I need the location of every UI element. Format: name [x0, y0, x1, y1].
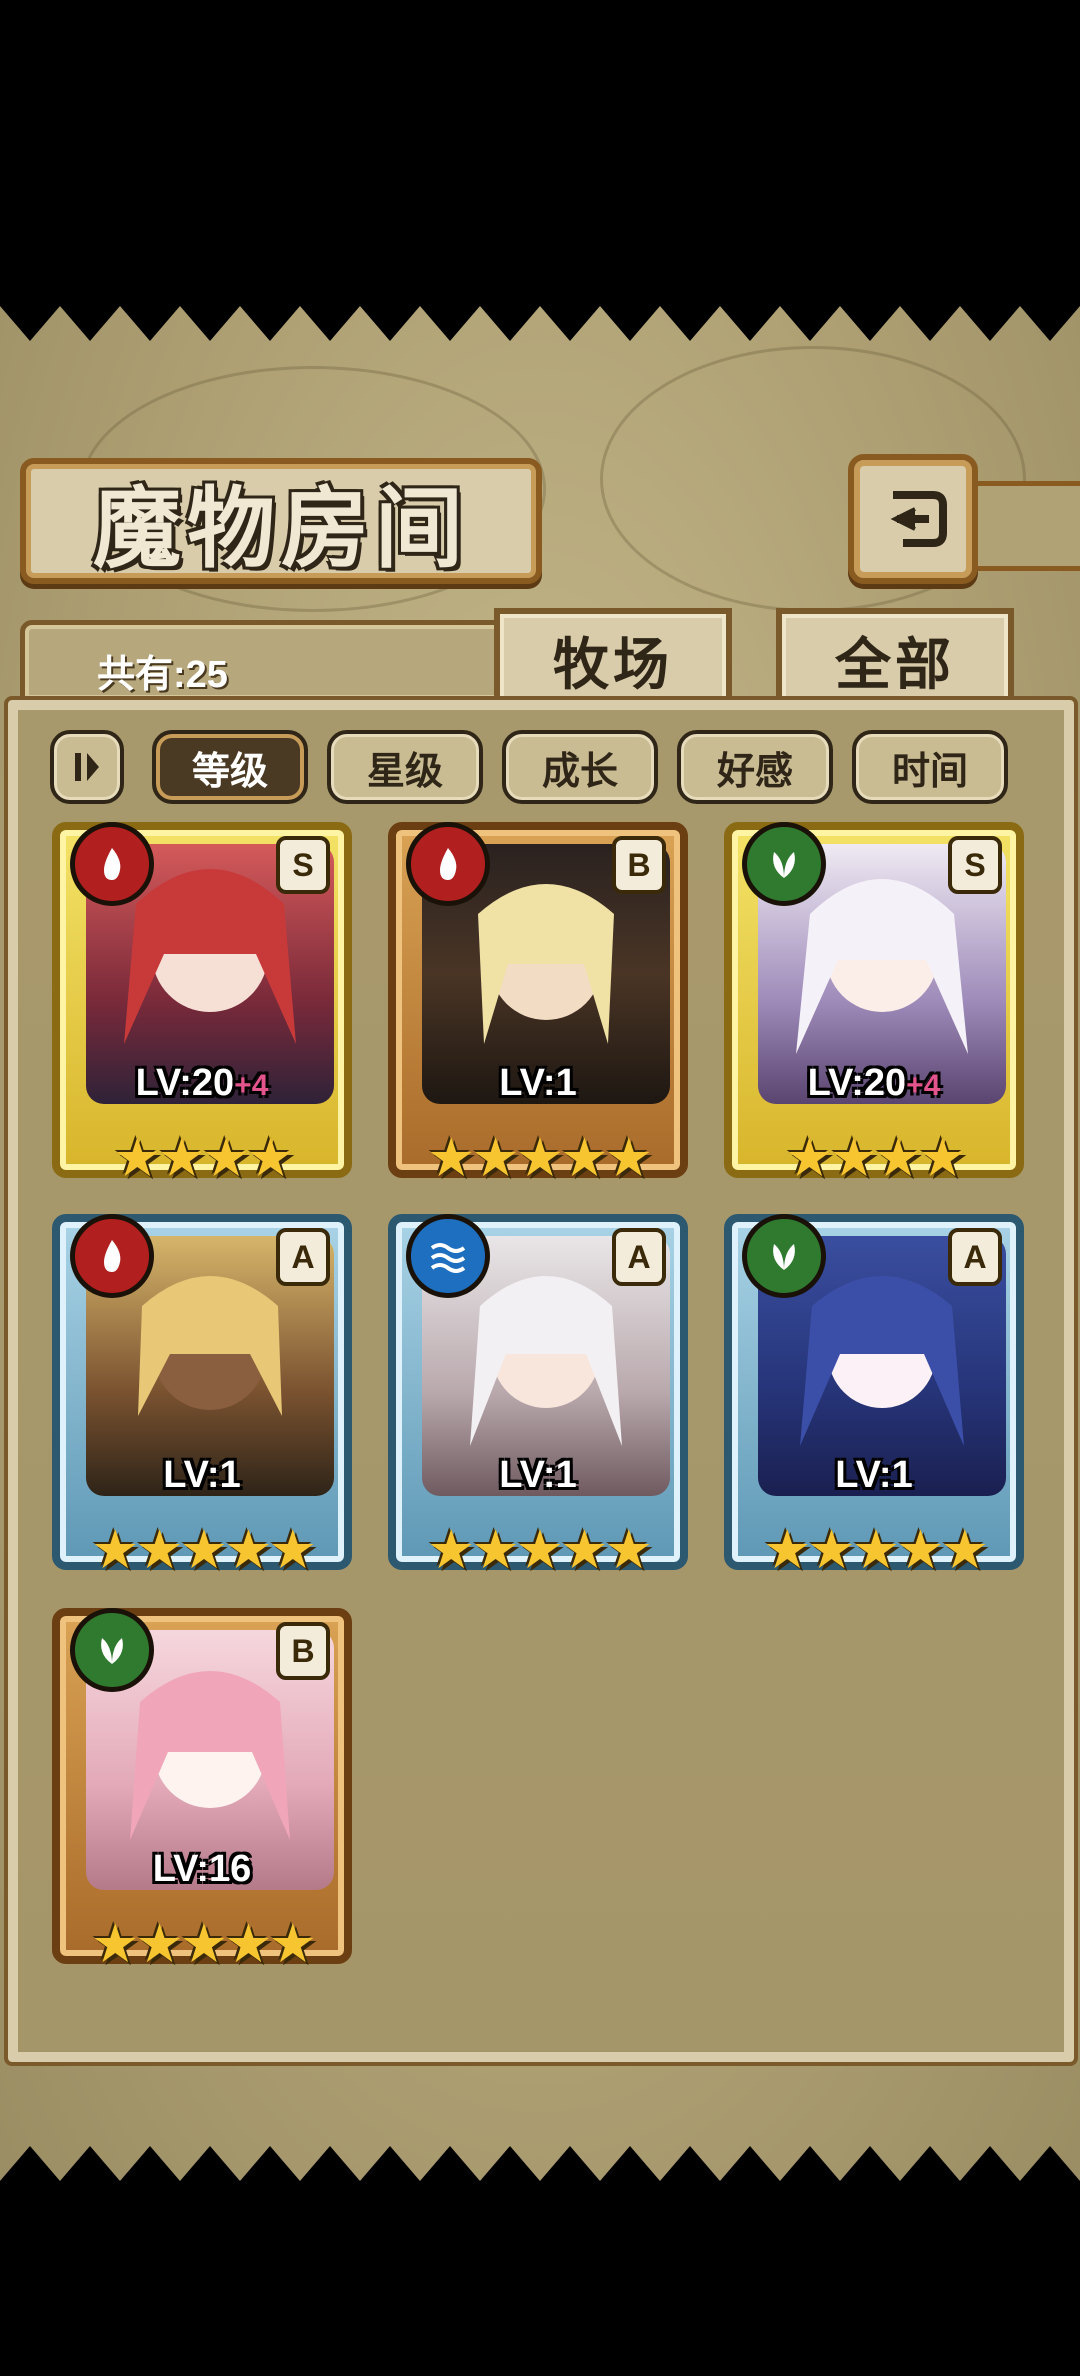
grass-icon [742, 1214, 826, 1298]
star-rating: ★★★★★ [426, 1128, 653, 1188]
tab-ranch-label: 牧场 [553, 632, 673, 698]
sort-growth-label: 成长 [541, 750, 618, 793]
sort-bar: 等级 星级 成长 好感 时间 [50, 730, 1040, 810]
tab-ranch[interactable]: 牧场 [494, 608, 732, 712]
back-arrow-icon [890, 491, 947, 547]
sort-time-button[interactable]: 时间 [852, 730, 1008, 804]
star-rating: ★★★★★ [90, 1914, 317, 1974]
tab-all[interactable]: 全部 [776, 608, 1014, 712]
sort-toggle-icon [75, 753, 99, 781]
star-rating: ★★★★★ [426, 1520, 653, 1580]
star-rating: ★★★★★ [90, 1520, 317, 1580]
count-bar: 共有:25 [20, 620, 510, 704]
monster-card[interactable]: B LV:1 ★★★★★ [388, 822, 688, 1188]
star-rating: ★★★★ [785, 1128, 967, 1188]
rank-badge: S [276, 836, 330, 894]
monster-count: 共有:25 [97, 654, 228, 696]
monster-card[interactable]: S LV:20+4 ★★★★ [52, 822, 352, 1188]
grass-icon [70, 1608, 154, 1692]
back-rail [966, 481, 1080, 571]
monster-room-panel: 魔物房间 共有:25 牧场 全部 等级 星级 成长 好感 时间 S LV:20+… [0, 286, 1080, 2201]
tab-all-label: 全部 [835, 632, 955, 698]
rank-badge: A [612, 1228, 666, 1286]
rank-badge: A [276, 1228, 330, 1286]
monster-level: LV:1 [163, 1454, 241, 1496]
monster-card[interactable]: B LV:16 ★★★★★ [52, 1608, 352, 1974]
monster-level: LV:16 [152, 1848, 252, 1890]
rank-badge: B [612, 836, 666, 894]
sort-star-label: 星级 [366, 750, 443, 793]
star-rating: ★★★★ [113, 1128, 295, 1188]
rank-badge: B [276, 1622, 330, 1680]
top-zigzag-border [0, 286, 1080, 341]
sort-star-button[interactable]: 星级 [327, 730, 483, 804]
sort-level-label: 等级 [191, 750, 268, 793]
rank-badge: S [948, 836, 1002, 894]
monster-level: LV:20+4 [807, 1062, 941, 1104]
sort-growth-button[interactable]: 成长 [502, 730, 658, 804]
monster-card[interactable]: S LV:20+4 ★★★★ [724, 822, 1024, 1188]
fire-icon [70, 822, 154, 906]
sort-affection-label: 好感 [716, 750, 793, 793]
star-rating: ★★★★★ [762, 1520, 989, 1580]
fire-icon [70, 1214, 154, 1298]
rank-badge: A [948, 1228, 1002, 1286]
sort-affection-button[interactable]: 好感 [677, 730, 833, 804]
monster-card[interactable]: A LV:1 ★★★★★ [52, 1214, 352, 1580]
grass-icon [742, 822, 826, 906]
back-button[interactable] [848, 454, 978, 584]
sort-order-toggle[interactable] [50, 730, 124, 804]
fire-icon [406, 822, 490, 906]
sort-level-button[interactable]: 等级 [152, 730, 308, 804]
sort-time-label: 时间 [891, 750, 968, 793]
monster-level: LV:1 [499, 1454, 577, 1496]
monster-level: LV:1 [499, 1062, 577, 1104]
monster-card[interactable]: A LV:1 ★★★★★ [388, 1214, 688, 1580]
monster-level: LV:1 [835, 1454, 913, 1496]
monster-card[interactable]: A LV:1 ★★★★★ [724, 1214, 1024, 1580]
monster-level: LV:20+4 [135, 1062, 269, 1104]
bottom-zigzag-border [0, 2146, 1080, 2201]
title-banner: 魔物房间 [20, 458, 542, 584]
water-icon [406, 1214, 490, 1298]
page-title: 魔物房间 [92, 475, 469, 580]
